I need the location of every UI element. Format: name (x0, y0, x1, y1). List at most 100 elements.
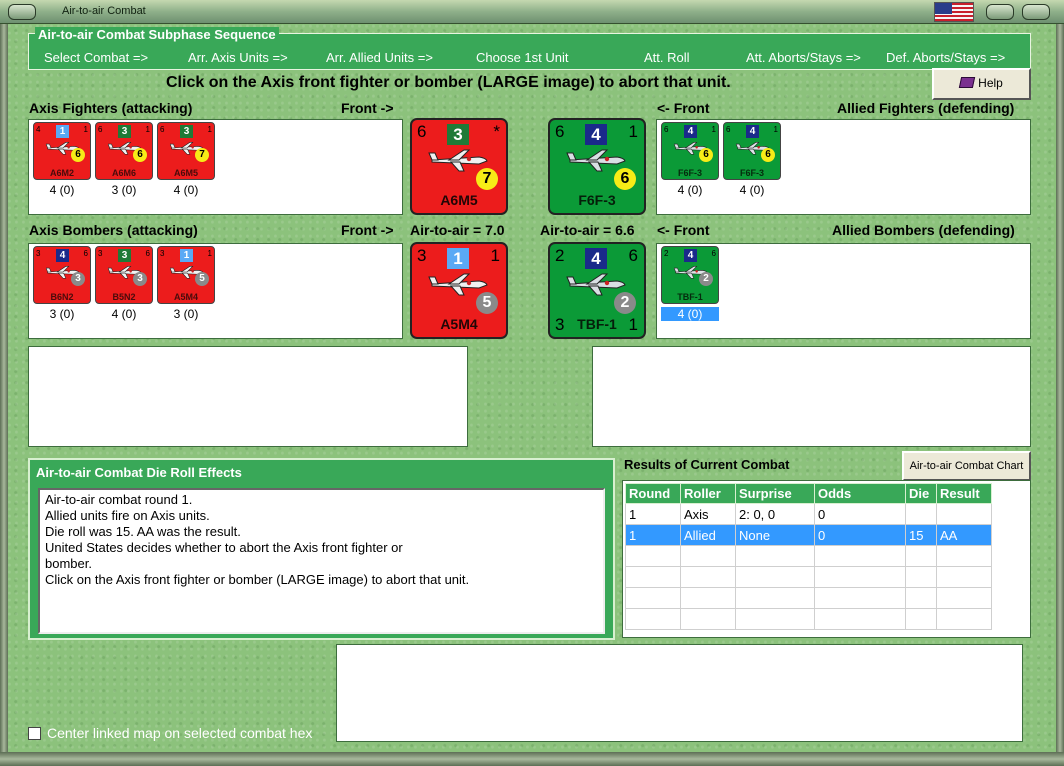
column-header-roller[interactable]: Roller (680, 483, 736, 504)
cell-die (905, 503, 937, 525)
counter-rating-circle: 2 (699, 272, 713, 286)
table-row-empty (625, 566, 992, 588)
front-left-value: 6 (555, 122, 565, 141)
counter-left-value: 6 (98, 125, 103, 134)
center-map-option[interactable]: Center linked map on selected combat hex (28, 725, 312, 741)
unit-counter[interactable]: 6 1 4 6 F6F-3 (661, 122, 719, 180)
cell-round: 1 (625, 503, 681, 525)
help-button[interactable]: Help (932, 68, 1031, 100)
allied-front-label: <- Front (657, 100, 710, 116)
unit-counter[interactable]: 6 1 3 7 A6M5 (157, 122, 215, 180)
front-rating-circle: 7 (476, 168, 498, 190)
unit-counter[interactable]: 3 6 3 3 B5N2 (95, 246, 153, 304)
counter-rating-circle: 6 (133, 148, 147, 162)
column-header-round[interactable]: Round (625, 483, 681, 504)
counter-caption: 3 (0) (111, 183, 137, 197)
unit-counter[interactable]: 4 1 1 6 A6M2 (33, 122, 91, 180)
unit-counter[interactable]: 3 6 4 3 B6N2 (33, 246, 91, 304)
counter-caption: 4 (0) (173, 183, 199, 197)
counter-right-value: 1 (83, 125, 88, 134)
counter-caption: 4 (0) (661, 307, 719, 321)
counter-left-value: 6 (726, 125, 731, 134)
close-button[interactable] (1022, 4, 1050, 20)
front-left-value: 6 (417, 122, 427, 141)
counter-rating-circle: 6 (699, 148, 713, 162)
counter-left-value: 3 (36, 249, 41, 258)
step-choose-first-unit: Choose 1st Unit (476, 50, 569, 65)
counter-strength-square: 3 (118, 125, 131, 138)
system-menu-button[interactable] (8, 4, 36, 20)
cell-roller: Axis (680, 503, 736, 525)
table-row[interactable]: 1 Axis 2: 0, 0 0 (625, 503, 992, 525)
window-title: Air-to-air Combat (62, 5, 146, 17)
front-right-value: 1 (628, 122, 638, 141)
step-att-roll: Att. Roll (644, 50, 690, 65)
counter-right-value: 1 (207, 125, 212, 134)
combat-panel: Air-to-air Combat Subphase Sequence Sele… (8, 24, 1056, 752)
die-roll-effects-panel: Air-to-air Combat Die Roll Effects Air-t… (28, 458, 615, 640)
axis-aborted-units-box (28, 346, 468, 447)
front-unit-name: A6M5 (440, 192, 478, 208)
counter-rating-circle: 5 (195, 272, 209, 286)
center-map-checkbox[interactable] (28, 727, 41, 740)
counter-strength-square: 4 (56, 249, 69, 262)
map-preview-box (336, 644, 1023, 742)
axis-bombers-label: Axis Bombers (attacking) (29, 222, 198, 238)
us-flag-icon (934, 2, 974, 22)
allied-fighters-box: 6 1 4 6 F6F-3 4 (0) 6 1 4 6 F6F-3 4 (0) (656, 119, 1031, 215)
allied-front-fighter-counter: 6 1 4 6 F6F-3 (548, 118, 646, 215)
front-unit-name: F6F-3 (578, 192, 616, 208)
counter-strength-square: 4 (684, 249, 697, 262)
counter-rating-circle: 3 (71, 272, 85, 286)
counter-left-value: 3 (98, 249, 103, 258)
counter-unit-name: B5N2 (112, 292, 136, 302)
effects-line: United States decides whether to abort t… (45, 540, 403, 555)
cell-odds: 0 (814, 503, 906, 525)
restore-button[interactable] (986, 4, 1014, 20)
title-bar: Air-to-air Combat (0, 0, 1064, 24)
counter-strength-square: 1 (180, 249, 193, 262)
axis-front-fighter-counter[interactable]: 6 * 3 7 A6M5 (410, 118, 508, 215)
front-left-value: 3 (417, 246, 427, 265)
axis-front-bomber-counter[interactable]: 3 1 1 5 A5M4 (410, 242, 508, 339)
table-row-empty (625, 545, 992, 567)
unit-counter[interactable]: 2 6 4 2 TBF-1 (661, 246, 719, 304)
axis-bomber-front-label: Front -> (341, 222, 394, 238)
counter-caption: 4 (0) (739, 183, 765, 197)
die-roll-effects-text: Air-to-air combat round 1. Allied units … (38, 488, 605, 634)
counter-right-value: 1 (207, 249, 212, 258)
step-select-combat: Select Combat => (44, 50, 149, 65)
front-right-value: 1 (490, 246, 500, 265)
column-header-surprise[interactable]: Surprise (735, 483, 815, 504)
unit-counter[interactable]: 6 1 4 6 F6F-3 (723, 122, 781, 180)
front-strength-square: 4 (585, 124, 607, 145)
window-frame-bottom (0, 752, 1064, 766)
counter-strength-square: 3 (118, 249, 131, 262)
front-left-value: 2 (555, 246, 565, 265)
front-right-value: * (493, 122, 500, 141)
counter-rating-circle: 6 (761, 148, 775, 162)
counter-left-value: 4 (36, 125, 41, 134)
step-att-aborts-stays: Att. Aborts/Stays => (746, 50, 861, 65)
counter-right-value: 1 (711, 125, 716, 134)
column-header-result[interactable]: Result (936, 483, 992, 504)
counter-right-value: 6 (711, 249, 716, 258)
counter-left-value: 2 (664, 249, 669, 258)
counter-unit-name: A6M5 (173, 168, 198, 178)
unit-counter[interactable]: 6 1 3 6 A6M6 (95, 122, 153, 180)
center-map-label: Center linked map on selected combat hex (47, 725, 313, 741)
effects-line: Air-to-air combat round 1. (45, 492, 193, 507)
cell-result (936, 503, 992, 525)
unit-counter[interactable]: 3 1 1 5 A5M4 (157, 246, 215, 304)
axis-bombers-box: 3 6 4 3 B6N2 3 (0) 3 6 3 3 B5N2 4 (0) 3 1 1 5 A5M4 3 (0) (28, 243, 403, 339)
column-header-odds[interactable]: Odds (814, 483, 906, 504)
counter-unit-name: A6M2 (49, 168, 74, 178)
allied-bomber-front-label: <- Front (657, 222, 710, 238)
step-arr-axis-units: Arr. Axis Units => (188, 50, 288, 65)
air-to-air-combat-chart-button[interactable]: Air-to-air Combat Chart (902, 451, 1031, 481)
counter-rating-circle: 7 (195, 148, 209, 162)
column-header-die[interactable]: Die (905, 483, 937, 504)
window-frame-right (1056, 24, 1064, 766)
cell-round: 1 (625, 524, 681, 546)
table-row-selected[interactable]: 1 Allied None 0 15 AA (625, 524, 992, 546)
